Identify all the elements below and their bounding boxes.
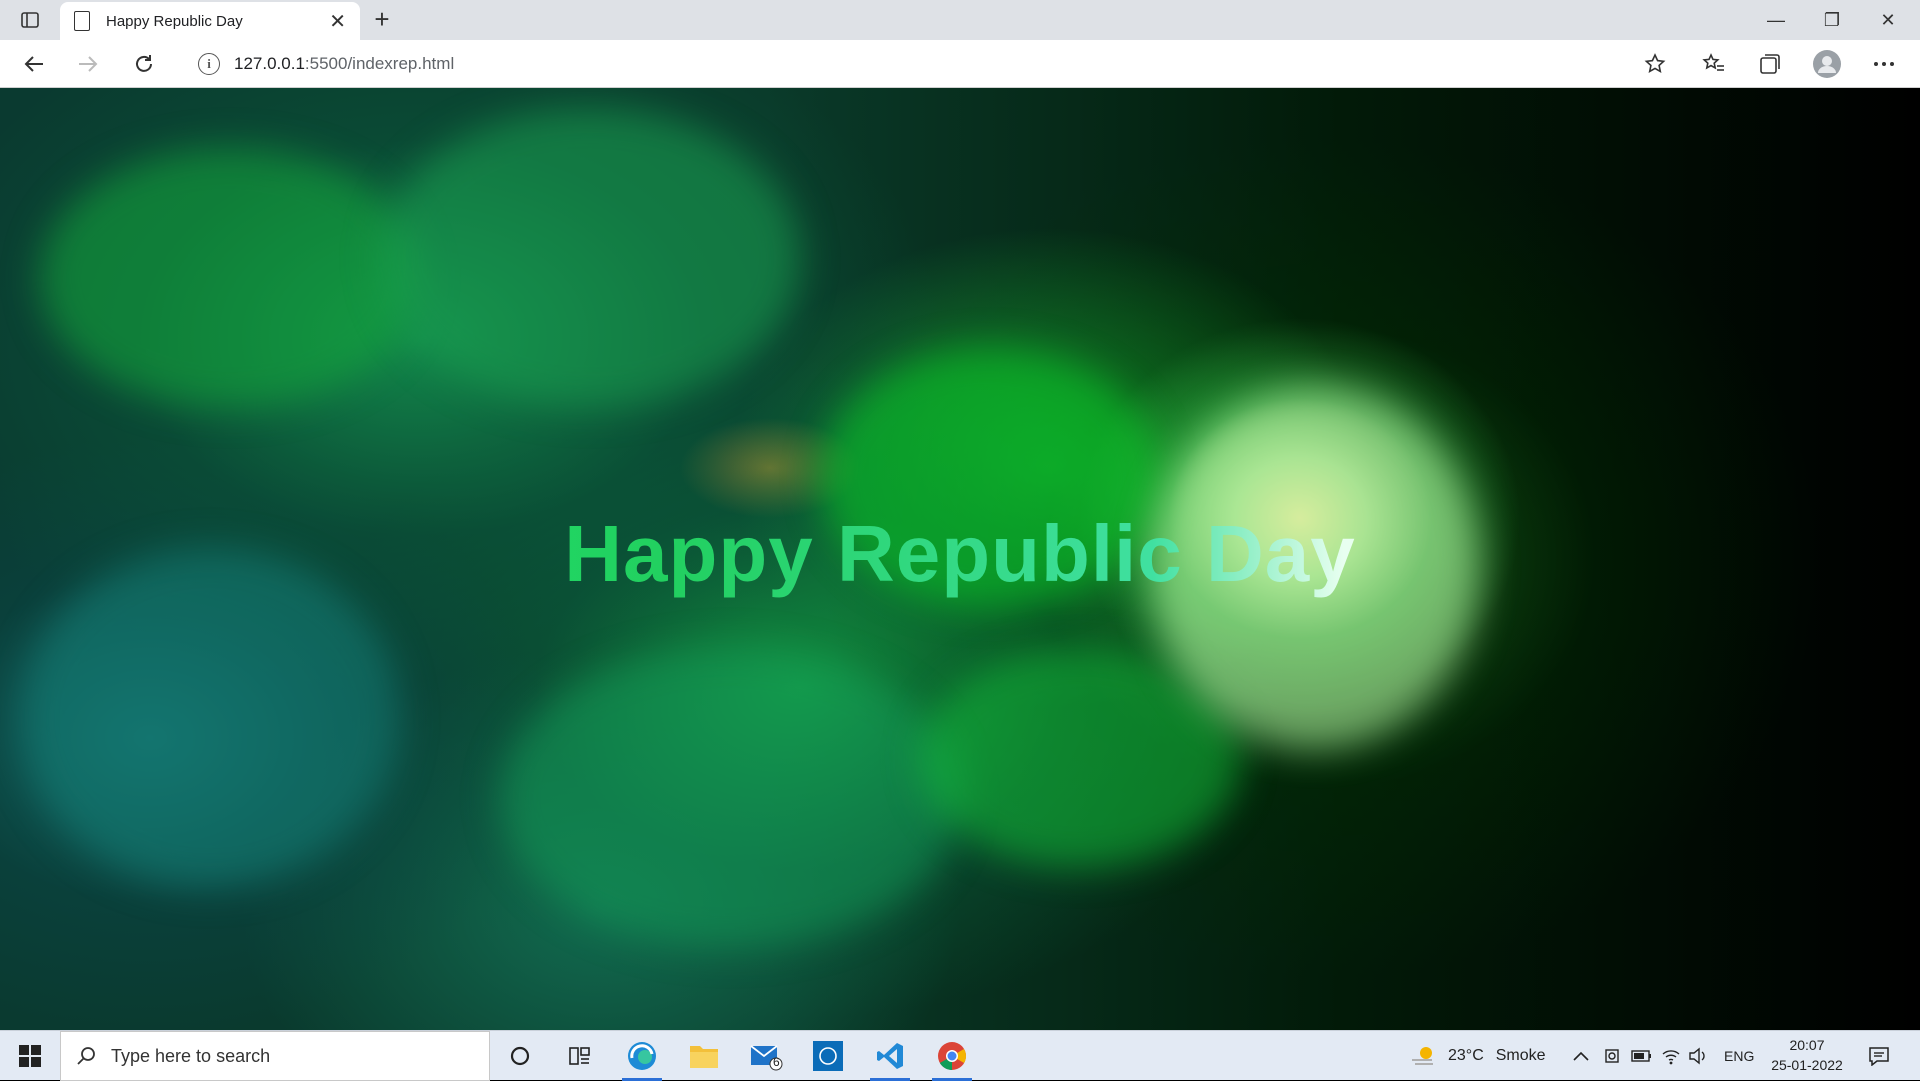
tab-close-button[interactable]: ✕ xyxy=(329,9,346,34)
collections-button[interactable] xyxy=(1754,48,1786,80)
page-headline: Happy Republic Day xyxy=(0,508,1920,600)
wifi-icon[interactable] xyxy=(1661,1031,1681,1081)
restore-button[interactable]: ❐ xyxy=(1804,0,1860,40)
chrome-icon xyxy=(938,1042,966,1070)
windows-taskbar: Type here to search 6 23°C Smoke ENG 20:… xyxy=(0,1030,1920,1081)
tab-actions-icon[interactable] xyxy=(12,8,48,32)
vscode-taskbar-button[interactable] xyxy=(862,1031,918,1081)
dell-icon xyxy=(813,1041,843,1071)
weather-sun-haze-icon xyxy=(1412,1047,1433,1065)
vscode-icon xyxy=(877,1043,903,1069)
notifications-button[interactable] xyxy=(1868,1031,1890,1081)
browser-title-bar: Happy Republic Day ✕ + — ❐ ✕ xyxy=(0,0,1920,40)
chrome-taskbar-button[interactable] xyxy=(924,1031,980,1081)
search-placeholder: Type here to search xyxy=(111,1045,271,1066)
file-explorer-button[interactable] xyxy=(676,1031,732,1081)
windows-logo-icon xyxy=(19,1045,41,1067)
browser-tab[interactable]: Happy Republic Day ✕ xyxy=(60,2,360,40)
dell-app-button[interactable] xyxy=(800,1031,856,1081)
profile-button[interactable] xyxy=(1811,48,1843,80)
task-view-button[interactable] xyxy=(552,1031,608,1081)
language-indicator[interactable]: ENG xyxy=(1724,1031,1754,1081)
task-view-icon xyxy=(569,1047,590,1065)
notification-icon xyxy=(1869,1047,1889,1066)
chevron-up-icon xyxy=(1573,1051,1589,1061)
mail-taskbar-button[interactable]: 6 xyxy=(738,1031,794,1081)
clock-time: 20:07 xyxy=(1789,1037,1825,1053)
page-icon xyxy=(74,11,90,31)
smoke-cloud xyxy=(380,108,800,408)
cortana-button[interactable] xyxy=(492,1031,548,1081)
refresh-icon xyxy=(136,55,152,72)
browser-toolbar: i 127.0.0.1:5500/indexrep.html xyxy=(0,40,1920,88)
weather-condition: Smoke xyxy=(1495,1047,1546,1064)
page-content: Happy Republic Day xyxy=(0,88,1920,1030)
taskbar-clock[interactable]: 20:07 25-01-2022 xyxy=(1752,1035,1862,1075)
edge-taskbar-button[interactable] xyxy=(614,1031,670,1081)
smoke-cloud xyxy=(40,148,420,408)
back-arrow-icon xyxy=(24,56,43,72)
more-dots-icon xyxy=(1874,62,1894,66)
smoke-cloud xyxy=(500,648,960,948)
folder-icon xyxy=(690,1046,718,1068)
forward-button[interactable] xyxy=(72,48,104,80)
weather-widget[interactable]: 23°C Smoke xyxy=(1410,1031,1546,1081)
meet-now-icon[interactable] xyxy=(1603,1031,1623,1081)
add-favorite-button[interactable] xyxy=(1639,48,1671,80)
tab-title: Happy Republic Day xyxy=(106,12,243,30)
refresh-button[interactable] xyxy=(128,48,160,80)
new-tab-button[interactable]: + xyxy=(368,6,396,34)
edge-icon xyxy=(628,1042,656,1070)
search-icon xyxy=(77,1047,95,1065)
url-text: 127.0.0.1:5500/indexrep.html xyxy=(234,54,455,73)
mail-badge: 6 xyxy=(773,1055,780,1069)
back-button[interactable] xyxy=(18,48,50,80)
close-window-button[interactable]: ✕ xyxy=(1860,0,1916,40)
battery-icon[interactable] xyxy=(1631,1031,1653,1081)
show-hidden-icons-button[interactable] xyxy=(1572,1031,1590,1081)
weather-temp: 23°C xyxy=(1448,1047,1484,1064)
avatar-icon xyxy=(1813,50,1841,78)
forward-arrow-icon xyxy=(79,56,98,72)
volume-icon[interactable] xyxy=(1688,1031,1708,1081)
address-bar[interactable]: i 127.0.0.1:5500/indexrep.html xyxy=(180,46,1685,82)
site-info-icon[interactable]: i xyxy=(198,53,220,75)
minimize-button[interactable]: — xyxy=(1748,0,1804,40)
taskbar-search-box[interactable]: Type here to search xyxy=(60,1031,490,1081)
star-add-icon xyxy=(1644,53,1666,73)
clock-date: 25-01-2022 xyxy=(1771,1057,1843,1073)
start-button[interactable] xyxy=(0,1031,60,1081)
favorites-button[interactable] xyxy=(1698,48,1730,80)
collections-icon xyxy=(1760,54,1780,74)
cortana-icon xyxy=(510,1046,530,1066)
favorites-icon xyxy=(1702,53,1724,71)
more-options-button[interactable] xyxy=(1868,48,1900,80)
